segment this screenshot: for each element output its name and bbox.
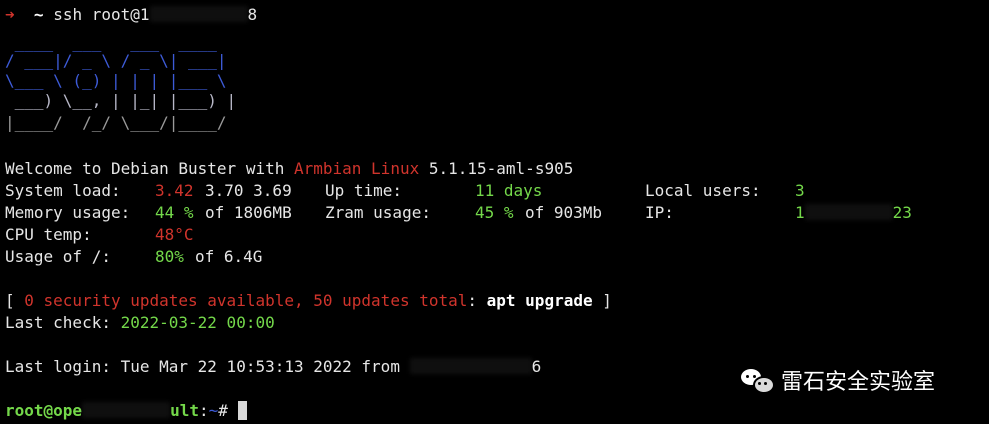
prompt-user-host-prefix: root@ope: [5, 401, 83, 420]
wechat-icon: [741, 367, 775, 394]
memory-total: of 1806MB: [205, 203, 292, 222]
updates-open-bracket: [: [5, 291, 25, 310]
shell-prompt-line[interactable]: root@ope ult:~#: [5, 400, 247, 422]
last-check-line: Last check: 2022-03-22 00:00: [5, 312, 275, 334]
prompt-tilde: ~: [33, 5, 44, 24]
local-users-value: 3: [795, 181, 805, 200]
redacted-login-ip: [409, 358, 532, 374]
last-check-value: 2022-03-22 00:00: [120, 313, 275, 332]
last-login-suffix: 6: [531, 357, 542, 376]
prompt-separator: :: [198, 401, 209, 420]
uptime-label: Up time:: [325, 181, 403, 200]
kernel-version: 5.1.15-aml-s905: [419, 159, 574, 178]
banner-line-3: \___ \ (_) | | | |___ \: [5, 71, 227, 90]
ip-suffix: 23: [892, 203, 912, 222]
ssh-command-suffix: 8: [247, 5, 258, 24]
local-users-label: Local users:: [645, 181, 761, 200]
updates-close-bracket: ]: [592, 291, 612, 310]
system-load-1min: 3.42: [155, 181, 194, 200]
banner-line-4: ___) \__, | |_| |___) |: [5, 91, 237, 110]
banner-line-5: |____/ /_/ \___/|____/: [5, 113, 227, 132]
welcome-line: Welcome to Debian Buster with Armbian Li…: [5, 158, 573, 180]
zram-label: Zram usage:: [325, 203, 431, 222]
ip-prefix: 1: [795, 203, 805, 222]
disk-usage-label: Usage of /:: [5, 247, 111, 266]
banner-line-2: / ___|/ _ \ / _ \| ___|: [5, 51, 227, 70]
disk-usage-percent: 80%: [155, 247, 184, 266]
zram-total: of 903Mb: [525, 203, 603, 222]
apt-upgrade-command: apt upgrade: [486, 291, 593, 310]
disk-usage-total: of 6.4G: [195, 247, 263, 266]
prompt-host-suffix: ult: [170, 401, 199, 420]
last-login-line: Last login: Tue Mar 22 10:53:13 2022 fro…: [5, 356, 541, 378]
prompt-arrow-icon: ➜: [5, 5, 15, 24]
watermark-text: 雷石安全实验室: [781, 370, 936, 395]
ssh-command-prefix: ssh root@1: [53, 5, 150, 24]
updates-status: 0 security updates available, 50 updates…: [24, 291, 468, 310]
ip-label: IP:: [645, 203, 674, 222]
memory-percent: 44 %: [155, 203, 194, 222]
system-load-label: System load:: [5, 181, 121, 200]
cpu-temp-value: 48°C: [155, 225, 194, 244]
redacted-ip: [804, 204, 893, 220]
redacted-host: [149, 6, 248, 22]
updates-colon: :: [467, 291, 487, 310]
text-cursor[interactable]: [237, 401, 247, 420]
memory-label: Memory usage:: [5, 203, 131, 222]
prompt-path: ~: [208, 401, 219, 420]
terminal-window[interactable]: ➜ ~ ssh root@1 8 ____ ___ ___ ____ / ___|…: [0, 0, 989, 424]
zram-percent: 45 %: [475, 203, 514, 222]
watermark: 雷石安全实验室: [741, 365, 935, 395]
last-login-text: Last login: Tue Mar 22 10:53:13 2022 fro…: [5, 357, 410, 376]
ssh-command-line: ➜ ~ ssh root@1 8: [5, 4, 257, 26]
prompt-symbol: #: [218, 401, 238, 420]
uptime-value: 11 days: [475, 181, 543, 200]
system-load-rest: 3.70 3.69: [205, 181, 292, 200]
welcome-prefix: Welcome to Debian Buster with: [5, 159, 294, 178]
redacted-hostname: [82, 402, 171, 418]
cpu-temp-label: CPU temp:: [5, 225, 92, 244]
last-check-label: Last check:: [5, 313, 121, 332]
distro-name: Armbian Linux: [293, 159, 420, 178]
ip-value: 1 23: [795, 202, 912, 224]
updates-line: [ 0 security updates available, 50 updat…: [5, 290, 612, 312]
